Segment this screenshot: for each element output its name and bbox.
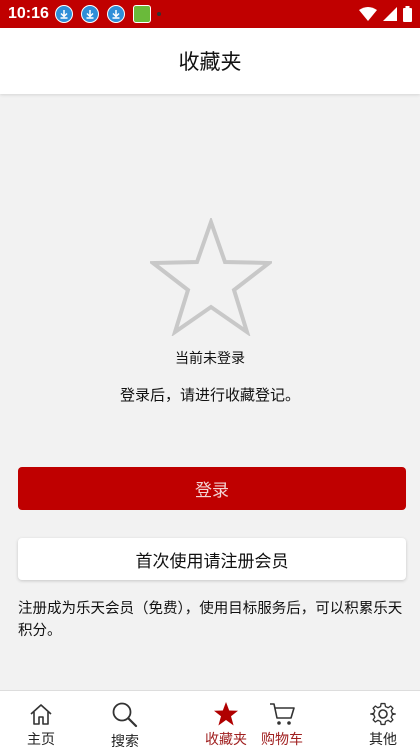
nav-item-cart[interactable]: 购物车 <box>256 691 308 752</box>
home-icon <box>30 704 52 725</box>
status-bar: 10:16 <box>0 0 420 28</box>
register-button[interactable]: 首次使用请注册会员 <box>18 538 406 580</box>
membership-note: 注册成为乐天会员（免费），使用目标服务后，可以积累乐天积分。 <box>18 601 403 639</box>
status-time: 10:16 <box>8 5 49 22</box>
star-icon <box>214 702 238 726</box>
search-icon <box>112 702 138 728</box>
notification-dot-icon <box>156 12 161 16</box>
download-icon <box>80 5 99 23</box>
not-logged-in-text: 当前未登录 <box>175 351 245 367</box>
nav-item-search[interactable]: 搜索 <box>102 691 148 752</box>
nav-item-other[interactable]: 其他 <box>360 691 406 752</box>
nav-item-favorites[interactable]: 收藏夹 <box>200 691 252 752</box>
nav-label: 其他 <box>369 732 397 748</box>
app-header: 收藏夹 <box>0 28 420 94</box>
star-outline-icon <box>147 215 275 337</box>
nav-label: 收藏夹 <box>205 732 247 748</box>
gear-icon <box>370 702 396 726</box>
bottom-nav: 主页 搜索 收藏夹 购物车 其他 <box>0 690 420 752</box>
signal-icon <box>383 7 397 21</box>
login-button[interactable]: 登录 <box>18 467 406 510</box>
page-title: 收藏夹 <box>178 50 242 74</box>
cart-icon <box>270 703 295 725</box>
nav-label: 搜索 <box>111 734 139 750</box>
wifi-icon <box>359 7 377 21</box>
download-icon <box>54 5 73 23</box>
login-hint-text: 登录后，请进行收藏登记。 <box>119 386 300 404</box>
nav-item-home[interactable]: 主页 <box>18 691 64 752</box>
battery-icon <box>403 6 412 22</box>
nav-label: 购物车 <box>261 732 303 748</box>
nav-label: 主页 <box>27 732 55 748</box>
app-icon <box>132 5 151 23</box>
download-icon <box>106 5 125 23</box>
